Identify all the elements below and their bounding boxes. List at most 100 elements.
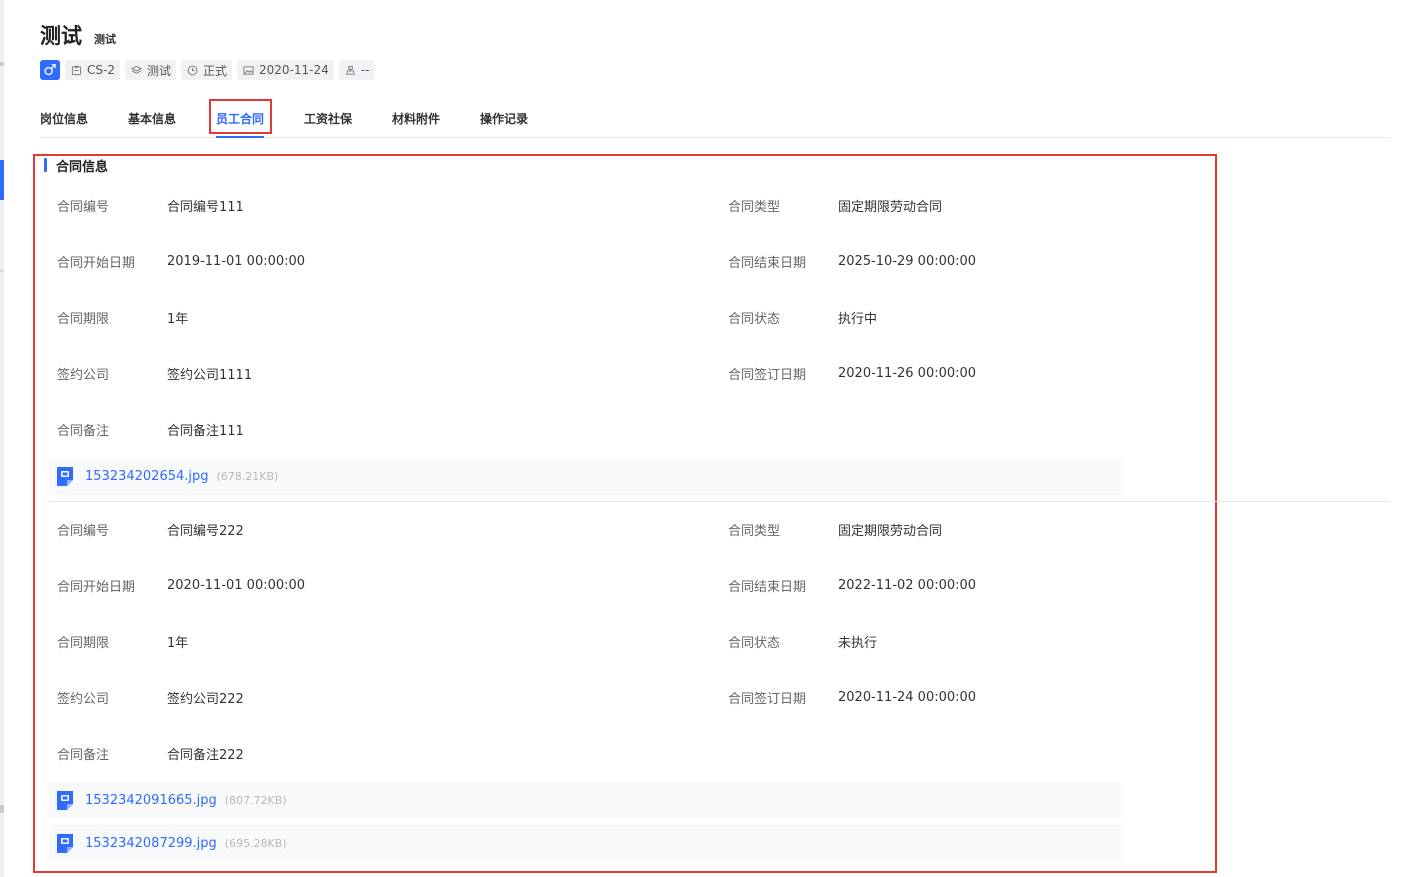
field-label: 合同期限 <box>57 635 110 651</box>
field-value: 合同备注111 <box>167 423 244 439</box>
attachment-file-size: (678.21KB) <box>216 470 279 483</box>
field-value: 1年 <box>167 635 189 651</box>
field-value: 2025-10-29 00:00:00 <box>838 253 977 269</box>
employee-org: -- <box>360 63 370 77</box>
tab-label: 操作记录 <box>480 112 529 126</box>
tab-label: 材料附件 <box>392 112 441 126</box>
contract-1-end-date: 合同结束日期 2025-10-29 00:00:00 <box>728 253 977 271</box>
image-file-icon <box>57 834 73 853</box>
contract-2-no: 合同编号 合同编号222 <box>57 521 244 539</box>
field-value: 未执行 <box>838 635 878 651</box>
image-file-icon <box>57 467 73 486</box>
tab-salary-insurance[interactable]: 工资社保 <box>304 110 352 127</box>
field-label: 合同签订日期 <box>728 367 807 383</box>
field-value: 签约公司1111 <box>167 367 253 383</box>
left-nav-active-mark <box>0 160 4 200</box>
field-value: 合同编号222 <box>167 523 244 539</box>
field-value: 固定期限劳动合同 <box>838 523 943 539</box>
attachment-file-size: (807.72KB) <box>224 794 287 807</box>
contract-1-start-date: 合同开始日期 2019-11-01 00:00:00 <box>57 253 306 271</box>
field-value: 2019-11-01 00:00:00 <box>167 253 306 269</box>
field-label: 合同类型 <box>728 523 781 539</box>
section-accent-bar <box>44 158 47 172</box>
field-label: 合同签订日期 <box>728 691 807 707</box>
employee-org-tag: -- <box>338 60 375 80</box>
attachment-file-name[interactable]: 153234202654.jpg <box>85 469 209 484</box>
attachment-file-name[interactable]: 1532342087299.jpg <box>85 836 217 851</box>
contract-2-term: 合同期限 1年 <box>57 633 189 651</box>
employee-hire-date: 2020-11-24 <box>259 63 329 77</box>
left-nav-scroll-mark <box>0 805 4 813</box>
contract-divider <box>49 501 1390 502</box>
field-value: 签约公司222 <box>167 691 244 707</box>
field-label: 合同开始日期 <box>57 579 136 595</box>
tab-label: 岗位信息 <box>40 112 89 126</box>
male-icon: ♂ <box>40 60 60 80</box>
employee-dept: 测试 <box>146 63 171 78</box>
contract-1-type: 合同类型 固定期限劳动合同 <box>728 197 943 215</box>
image-file-icon <box>57 791 73 810</box>
contract-2-start-date: 合同开始日期 2020-11-01 00:00:00 <box>57 577 306 595</box>
field-label: 合同结束日期 <box>728 579 807 595</box>
id-card-icon <box>70 64 83 77</box>
contract-2-status: 合同状态 未执行 <box>728 633 878 651</box>
contract-2-end-date: 合同结束日期 2022-11-02 00:00:00 <box>728 577 977 595</box>
tab-operation-log[interactable]: 操作记录 <box>480 110 528 127</box>
tab-label: 工资社保 <box>304 112 353 126</box>
tab-position-info[interactable]: 岗位信息 <box>40 110 88 127</box>
field-label: 合同备注 <box>57 423 110 439</box>
left-nav-mark <box>0 62 4 66</box>
field-label: 合同状态 <box>728 635 781 651</box>
field-value: 1年 <box>167 311 189 327</box>
contract-2-remark: 合同备注 合同备注222 <box>57 745 244 763</box>
org-icon <box>344 64 357 77</box>
field-label: 合同结束日期 <box>728 255 807 271</box>
clock-icon <box>186 64 199 77</box>
contract-1-sign-date: 合同签订日期 2020-11-26 00:00:00 <box>728 365 977 383</box>
field-label: 合同开始日期 <box>57 255 136 271</box>
field-label: 合同类型 <box>728 199 781 215</box>
field-value: 固定期限劳动合同 <box>838 199 943 215</box>
section-title-text: 合同信息 <box>56 159 109 175</box>
field-value: 2022-11-02 00:00:00 <box>838 577 977 593</box>
contract-2-type: 合同类型 固定期限劳动合同 <box>728 521 943 539</box>
field-label: 签约公司 <box>57 691 110 707</box>
employee-subtitle: 测试 <box>94 33 116 46</box>
employee-tag-row: ♂ CS-2 测试 正式 2020-11-24 -- <box>40 60 375 80</box>
attachment-file[interactable]: 1532342091665.jpg (807.72KB) <box>49 782 1121 819</box>
attachment-file-size: (695.28KB) <box>224 837 287 850</box>
tab-basic-info[interactable]: 基本信息 <box>128 110 176 127</box>
field-label: 合同备注 <box>57 747 110 763</box>
field-label: 合同编号 <box>57 523 110 539</box>
tab-label: 基本信息 <box>128 112 177 126</box>
employee-code: CS-2 <box>87 63 115 77</box>
employee-name: 测试 <box>40 24 82 48</box>
field-label: 合同状态 <box>728 311 781 327</box>
field-value: 2020-11-26 00:00:00 <box>838 365 977 381</box>
field-label: 合同期限 <box>57 311 110 327</box>
contract-2-sign-date: 合同签订日期 2020-11-24 00:00:00 <box>728 689 977 707</box>
contract-1-company: 签约公司 签约公司1111 <box>57 365 253 383</box>
employee-status-tag: 正式 <box>180 60 232 80</box>
employee-title-row: 测试 测试 <box>40 20 374 50</box>
active-tab-underline <box>216 136 265 138</box>
layers-icon <box>130 64 143 77</box>
field-value: 合同备注222 <box>167 747 244 763</box>
employee-date-tag: 2020-11-24 <box>237 60 334 80</box>
contract-1-no: 合同编号 合同编号111 <box>57 197 244 215</box>
contract-1-remark: 合同备注 合同备注111 <box>57 421 244 439</box>
attachment-file[interactable]: 153234202654.jpg (678.21KB) <box>49 458 1121 495</box>
employee-dept-tag: 测试 <box>124 60 176 80</box>
attachment-file[interactable]: 1532342087299.jpg (695.28KB) <box>49 825 1121 862</box>
field-value: 2020-11-01 00:00:00 <box>167 577 306 593</box>
left-nav-strip <box>0 0 4 877</box>
highlight-box-tab <box>209 99 272 134</box>
contract-1-status: 合同状态 执行中 <box>728 309 878 327</box>
field-label: 签约公司 <box>57 367 110 383</box>
employee-status: 正式 <box>202 63 227 78</box>
attachment-file-name[interactable]: 1532342091665.jpg <box>85 793 217 808</box>
field-value: 2020-11-24 00:00:00 <box>838 689 977 705</box>
field-value: 合同编号111 <box>167 199 244 215</box>
field-value: 执行中 <box>838 311 878 327</box>
tab-attachments[interactable]: 材料附件 <box>392 110 440 127</box>
